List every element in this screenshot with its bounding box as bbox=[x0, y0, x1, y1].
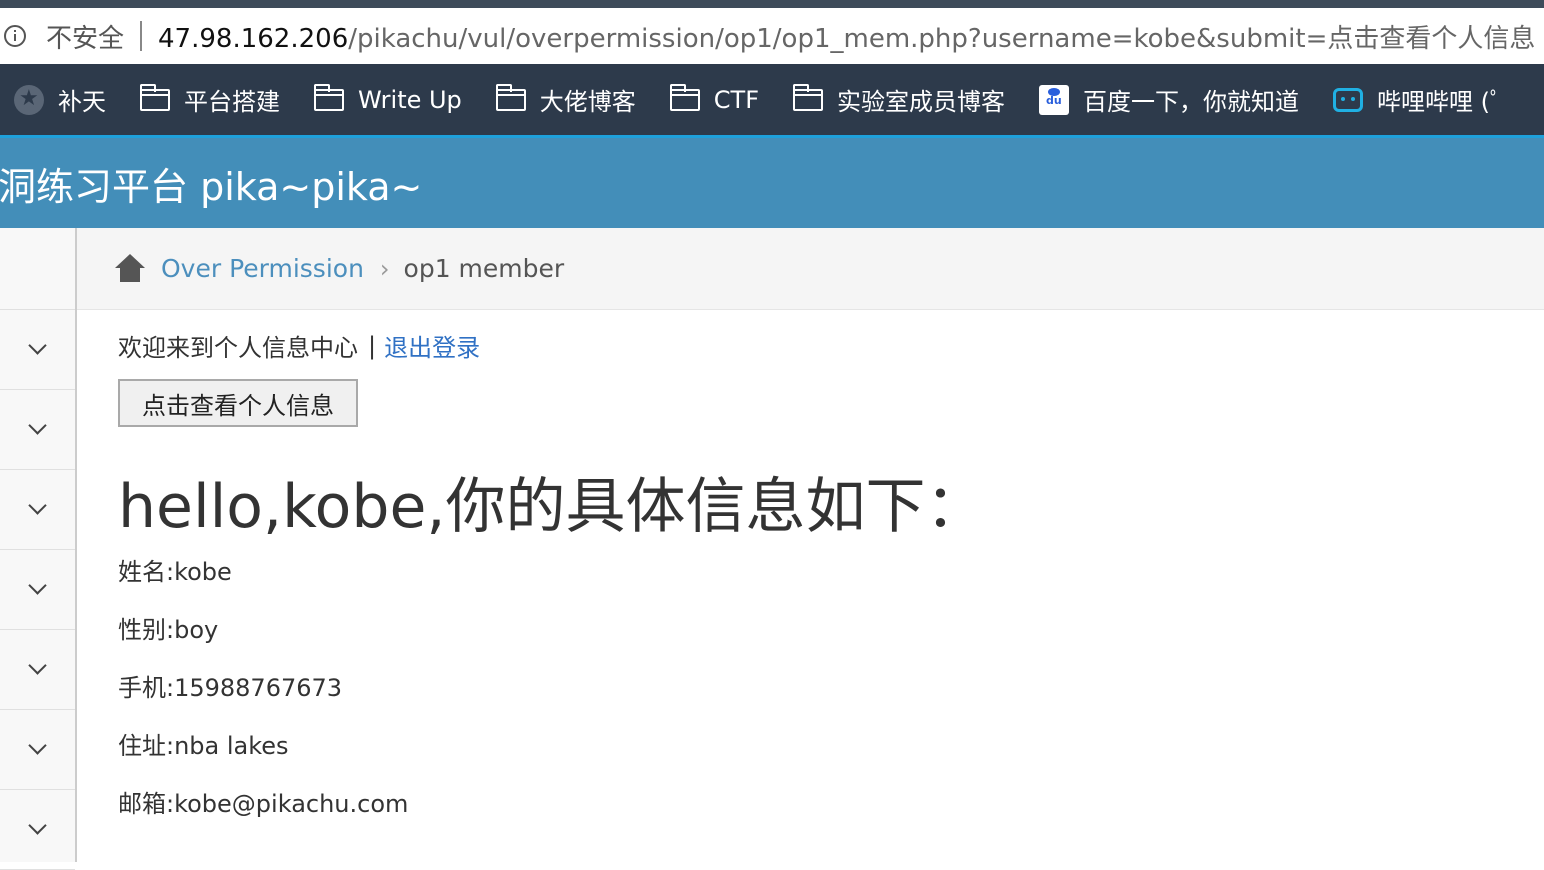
folder-icon bbox=[140, 83, 170, 111]
bookmarks-bar: 补天 平台搭建 Write Up 大佬博客 CTF 实验室成员博客 百度一下，你… bbox=[0, 64, 1544, 138]
url-host: 47.98.162.206 bbox=[158, 23, 349, 54]
baidu-icon bbox=[1039, 84, 1070, 115]
main-content: 欢迎来到个人信息中心 | 退出登录 点击查看个人信息 hello,kobe,你的… bbox=[118, 310, 1518, 833]
info-icon[interactable] bbox=[4, 25, 26, 47]
chevron-down-icon bbox=[28, 336, 47, 355]
chevron-down-icon bbox=[28, 496, 47, 515]
bilibili-icon bbox=[1333, 87, 1364, 112]
bookmark-folder-writeup[interactable]: Write Up bbox=[314, 83, 462, 114]
sidebar-item-4[interactable] bbox=[0, 550, 75, 630]
chevron-down-icon bbox=[28, 656, 47, 675]
breadcrumb-over-permission[interactable]: Over Permission bbox=[161, 254, 364, 283]
chevron-down-icon bbox=[28, 816, 47, 835]
profile-name: 姓名:kobe bbox=[118, 558, 232, 586]
profile-email: 邮箱:kobe@pikachu.com bbox=[118, 790, 409, 818]
address-separator bbox=[140, 21, 143, 51]
sidebar-item-3[interactable] bbox=[0, 470, 75, 550]
chevron-down-icon bbox=[28, 416, 47, 435]
home-icon[interactable] bbox=[113, 253, 147, 284]
bookmark-folder-lab[interactable]: 实验室成员博客 bbox=[793, 82, 1005, 117]
bookmark-label: 百度一下，你就知道 bbox=[1083, 88, 1300, 116]
chevron-down-icon bbox=[28, 736, 47, 755]
sidebar-shortcuts bbox=[0, 228, 75, 310]
breadcrumb-current: op1 member bbox=[403, 254, 565, 283]
sidebar-item-6[interactable] bbox=[0, 710, 75, 790]
sidebar-item-7[interactable] bbox=[0, 790, 75, 870]
bookmark-label: CTF bbox=[713, 85, 760, 114]
folder-icon bbox=[793, 83, 824, 111]
bookmark-label: 哔哩哔哩 (ﾟ bbox=[1377, 88, 1503, 116]
chevron-right-icon: › bbox=[379, 254, 390, 283]
breadcrumb: Over Permission › op1 member bbox=[77, 228, 1544, 310]
bookmark-baidu[interactable]: 百度一下，你就知道 bbox=[1039, 82, 1299, 117]
profile-address: 住址:nba lakes bbox=[118, 732, 289, 760]
sidebar-item-2[interactable] bbox=[0, 390, 75, 470]
bookmark-folder-blogs[interactable]: 大佬博客 bbox=[495, 82, 636, 117]
folder-icon bbox=[495, 83, 526, 111]
sidebar-item-1[interactable] bbox=[0, 310, 75, 390]
address-bar[interactable]: 不安全 47.98.162.206/pikachu/vul/overpermis… bbox=[0, 0, 1544, 64]
page-title: hello,kobe,你的具体信息如下： bbox=[118, 472, 986, 542]
bookmark-label: 补天 bbox=[58, 88, 106, 116]
chevron-down-icon bbox=[28, 576, 47, 595]
app-header: 洞练习平台 pika~pika~ bbox=[0, 138, 1544, 228]
welcome-separator: | bbox=[368, 331, 377, 360]
url-text[interactable]: 47.98.162.206/pikachu/vul/overpermission… bbox=[158, 18, 1535, 55]
folder-icon bbox=[314, 83, 344, 111]
insecure-label: 不安全 bbox=[46, 23, 125, 54]
sidebar-item-5[interactable] bbox=[0, 630, 75, 710]
bookmark-label: Write Up bbox=[358, 85, 462, 114]
brand-title[interactable]: 洞练习平台 pika~pika~ bbox=[0, 156, 422, 211]
logout-link[interactable]: 退出登录 bbox=[384, 328, 480, 363]
bookmark-folder-platform[interactable]: 平台搭建 bbox=[140, 82, 280, 117]
bookmark-label: 平台搭建 bbox=[184, 88, 280, 116]
bookmark-folder-ctf[interactable]: CTF bbox=[669, 83, 760, 114]
view-profile-button[interactable]: 点击查看个人信息 bbox=[118, 379, 358, 427]
url-path: /pikachu/vul/overpermission/op1/op1_mem.… bbox=[348, 23, 1536, 54]
bookmark-label: 大佬博客 bbox=[539, 88, 636, 116]
bookmark-butian[interactable]: 补天 bbox=[14, 82, 106, 117]
bookmark-label: 实验室成员博客 bbox=[837, 88, 1006, 116]
welcome-text: 欢迎来到个人信息中心 bbox=[118, 334, 358, 362]
star-icon bbox=[14, 84, 44, 115]
welcome-line: 欢迎来到个人信息中心 | 退出登录 bbox=[118, 328, 1518, 363]
profile-phone: 手机:15988767673 bbox=[118, 674, 343, 702]
bookmark-bilibili[interactable]: 哔哩哔哩 (ﾟ bbox=[1333, 82, 1502, 117]
profile-gender: 性别:boy bbox=[118, 616, 219, 644]
folder-icon bbox=[669, 83, 700, 111]
sidebar bbox=[0, 228, 77, 870]
